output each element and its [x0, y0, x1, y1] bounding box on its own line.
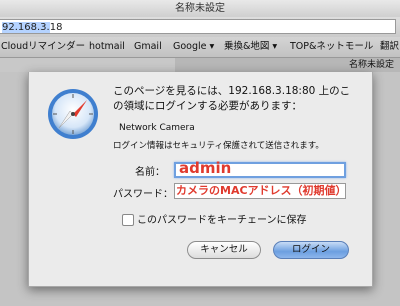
username-value: admin [179, 159, 232, 177]
tab-strip: 名称未設定 [0, 58, 400, 72]
auth-message: このページを見るには、192.168.3.18:80 上のこ の領域にログインす… [113, 84, 363, 114]
auth-dialog: このページを見るには、192.168.3.18:80 上のこ の領域にログインす… [28, 72, 373, 287]
url-selected-text: 92.168.3. [2, 22, 50, 33]
window-title-bar: 名称未設定 [0, 0, 400, 18]
bookmark-transit-map-menu[interactable]: 乗換&地図 ▾ [224, 37, 277, 57]
bookmark-hotmail[interactable]: hotmail [89, 37, 125, 57]
remember-password-checkbox[interactable] [122, 214, 134, 226]
security-note: ログイン情報はセキュリティ保護されて送信されます。 [113, 141, 324, 151]
auth-message-line2: の領域にログインする必要があります： [113, 100, 302, 112]
bookmark-gmail[interactable]: Gmail [134, 37, 162, 57]
tab-untitled-label: 名称未設定 [348, 60, 394, 70]
auth-message-line1: このページを見るには、192.168.3.18:80 上のこ [113, 85, 351, 97]
address-bar: 92.168.3.18 [0, 17, 400, 37]
auth-realm: Network Camera [119, 123, 195, 133]
bookmark-top-netmall[interactable]: TOP&ネットモール [290, 37, 373, 57]
password-label: パスワード： [113, 189, 173, 200]
url-text: 18 [49, 22, 63, 33]
url-field[interactable]: 92.168.3.18 [0, 19, 396, 34]
bookmark-icloud-reminder[interactable]: Cloudリマインダー [1, 37, 85, 57]
safari-compass-icon [48, 89, 98, 139]
bookmark-google-menu[interactable]: Google ▾ [173, 37, 214, 57]
window-title: 名称未設定 [175, 3, 225, 14]
bookmark-translate[interactable]: 翻訳 [380, 37, 399, 57]
username-label: 名前： [135, 167, 165, 178]
tab-untitled[interactable]: 名称未設定 [175, 58, 400, 72]
bookmarks-bar: Cloudリマインダー hotmail Gmail Google ▾ 乗換&地図… [0, 37, 400, 58]
password-annotation: カメラのMACアドレス（初期値） [176, 184, 347, 197]
cancel-button[interactable]: キャンセル [187, 241, 261, 259]
tab-current[interactable] [0, 58, 176, 72]
login-button[interactable]: ログイン [273, 241, 349, 259]
remember-password-label[interactable]: このパスワードをキーチェーンに保存 [137, 211, 307, 226]
